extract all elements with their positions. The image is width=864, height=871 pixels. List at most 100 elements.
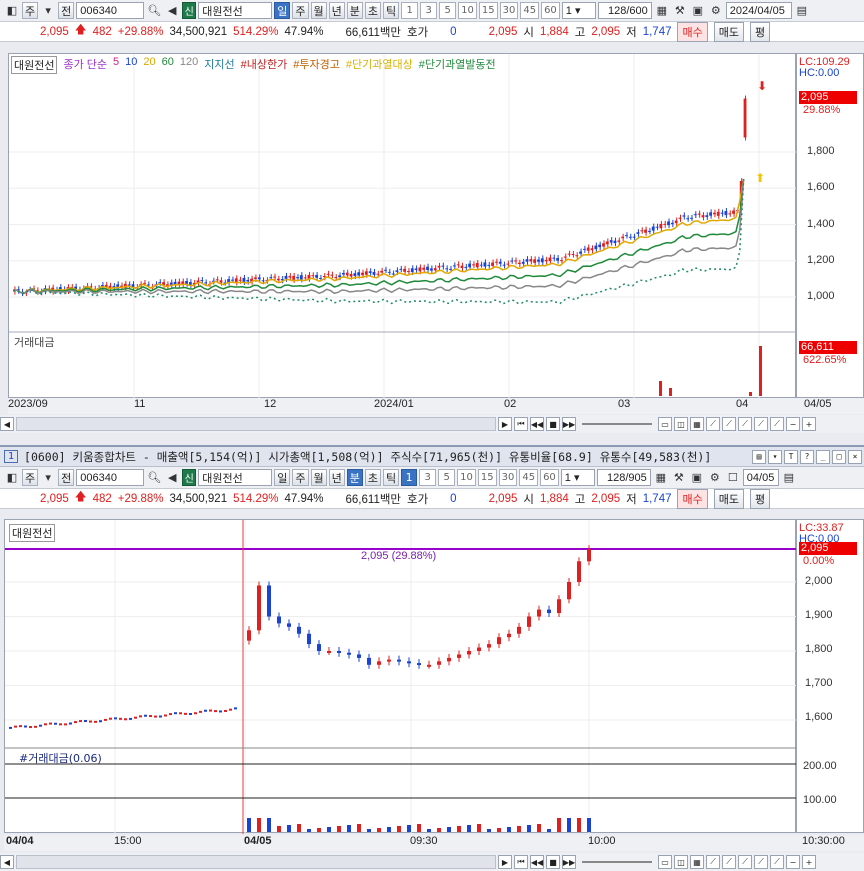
count-select[interactable]: 1 ▾ [561,2,596,19]
code-input[interactable]: 006340 [76,2,145,19]
tool-icon[interactable]: ⟋ [754,417,768,431]
layout-icon[interactable]: ◧ [4,470,20,486]
t-icon[interactable]: T [784,449,798,464]
tool-icon[interactable]: ⟋ [770,417,784,431]
tools-icon[interactable]: ⚒ [671,470,687,486]
interval-5[interactable]: 5 [438,469,456,486]
search-icon[interactable]: 🔍︎ [146,470,162,486]
tool-icon[interactable]: ▦ [690,855,704,869]
period-week[interactable]: 주 [292,2,309,19]
calendar-icon[interactable]: ▤ [781,470,797,486]
buy-button[interactable]: 매수 [677,21,708,42]
period-second[interactable]: 초 [364,2,381,19]
first-icon[interactable]: ⏮ [514,417,528,431]
buy-button[interactable]: 매수 [677,488,708,509]
zoom-slider[interactable] [582,423,652,425]
scrollbar-1[interactable] [16,417,496,431]
tool-icon[interactable]: ▭ [658,417,672,431]
interval-45[interactable]: 45 [519,469,539,486]
interval-45[interactable]: 45 [520,2,540,19]
date-input[interactable]: 04/05 [742,469,779,486]
interval-3[interactable]: 3 [419,469,437,486]
interval-1[interactable]: 1 [401,2,419,19]
interval-1[interactable]: 1 [401,469,418,486]
period-tick[interactable]: 틱 [383,469,400,486]
tools-icon[interactable]: ⚒ [672,3,688,19]
zoom-out-icon[interactable]: − [786,855,800,869]
tool-icon[interactable]: ⟋ [722,417,736,431]
period-tick[interactable]: 틱 [383,2,400,19]
scroll-right-icon[interactable]: ▶ [498,417,512,431]
interval-3[interactable]: 3 [420,2,438,19]
dropdown-icon[interactable]: ▾ [40,3,56,19]
market-button[interactable]: 주 [22,2,39,19]
period-year[interactable]: 년 [328,2,345,19]
eval-button[interactable]: 평 [749,488,771,509]
ratio-field[interactable]: 128/600 [597,2,652,19]
settings-icon[interactable]: ⚙ [708,3,724,19]
help-icon[interactable]: ? [800,449,814,464]
price-chart-2[interactable]: 대원전선 2,095 (29.88%) #거래대금(0.06) [4,519,797,834]
ratio-field[interactable]: 128/905 [596,469,651,486]
date-input[interactable]: 2024/04/05 [725,2,792,19]
sell-button[interactable]: 매도 [713,21,744,42]
next-icon[interactable]: ▶▶ [562,417,576,431]
tool-icon[interactable]: ⟋ [738,855,752,869]
interval-30[interactable]: 30 [498,469,518,486]
period-minute[interactable]: 분 [346,469,363,486]
pin-icon[interactable]: ▾ [768,449,782,464]
scroll-left-icon[interactable]: ◀ [0,855,14,869]
first-icon[interactable]: ⏮ [514,855,528,869]
interval-15[interactable]: 15 [478,2,498,19]
menu-icon[interactable]: ▤ [752,449,766,464]
tool-icon[interactable]: ⟋ [706,417,720,431]
period-month[interactable]: 월 [310,469,327,486]
interval-15[interactable]: 15 [477,469,497,486]
all-button[interactable]: 전 [58,2,75,19]
checkbox-icon[interactable]: ☐ [725,470,741,486]
interval-60[interactable]: 60 [541,2,560,19]
minimize-icon[interactable]: _ [816,449,830,464]
tool-icon[interactable]: ⟋ [706,855,720,869]
grid-icon[interactable]: ▦ [654,3,670,19]
zoom-in-icon[interactable]: + [802,417,816,431]
stop-icon[interactable]: ■ [546,855,560,869]
period-minute[interactable]: 분 [346,2,363,19]
zoom-out-icon[interactable]: − [786,417,800,431]
speaker-icon[interactable]: ◀ [164,470,180,486]
speaker-icon[interactable]: ◀ [164,3,180,19]
tool-icon[interactable]: ◫ [674,417,688,431]
interval-10[interactable]: 10 [457,469,476,486]
period-second[interactable]: 초 [364,469,381,486]
layout-icon[interactable]: ◧ [4,3,20,19]
tool-icon[interactable]: ⟋ [770,855,784,869]
period-year[interactable]: 년 [328,469,345,486]
settings-icon[interactable]: ⚙ [707,470,723,486]
price-chart-1[interactable]: ⬇ ⬆ 대원전선 종가 단순 5 10 20 60 120 지지선 #내상한가 #… [8,53,797,399]
close-icon[interactable]: × [848,449,862,464]
prev-icon[interactable]: ◀◀ [530,417,544,431]
count-select[interactable]: 1 ▾ [560,469,595,486]
eval-button[interactable]: 평 [749,21,771,42]
calendar-icon[interactable]: ▤ [794,3,810,19]
interval-60[interactable]: 60 [540,469,559,486]
save-icon[interactable]: ▣ [690,3,706,19]
scrollbar-2[interactable] [16,855,496,869]
scroll-left-icon[interactable]: ◀ [0,417,14,431]
tool-icon[interactable]: ▭ [658,855,672,869]
period-day[interactable]: 일 [274,2,291,19]
interval-5[interactable]: 5 [439,2,457,19]
period-week[interactable]: 주 [292,469,309,486]
tool-icon[interactable]: ⟋ [754,855,768,869]
market-button[interactable]: 주 [22,469,39,486]
tool-icon[interactable]: ▦ [690,417,704,431]
period-day[interactable]: 일 [274,469,291,486]
scroll-right-icon[interactable]: ▶ [498,855,512,869]
maximize-icon[interactable]: □ [832,449,846,464]
period-month[interactable]: 월 [310,2,327,19]
sell-button[interactable]: 매도 [713,488,744,509]
interval-10[interactable]: 10 [458,2,477,19]
save-icon[interactable]: ▣ [689,470,705,486]
tool-icon[interactable]: ◫ [674,855,688,869]
tool-icon[interactable]: ⟋ [738,417,752,431]
